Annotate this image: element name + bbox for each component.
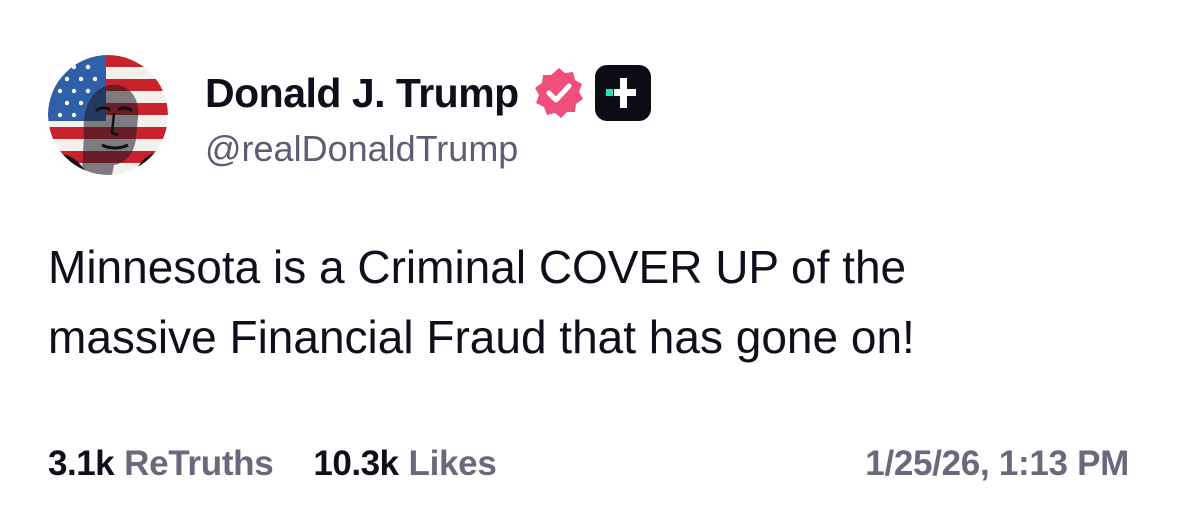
likes-stat[interactable]: 10.3k Likes — [313, 444, 496, 484]
author-name-row: Donald J. Trump — [205, 65, 651, 121]
post-text-line: massive Financial Fraud that has gone on… — [48, 311, 915, 363]
display-name[interactable]: Donald J. Trump — [205, 70, 519, 117]
avatar[interactable] — [48, 55, 168, 175]
post-timestamp[interactable]: 1/25/26, 1:13 PM — [865, 444, 1129, 484]
post-text: Minnesota is a Criminal COVER UP of the … — [48, 232, 1128, 372]
likes-count: 10.3k — [313, 444, 399, 483]
likes-label: Likes — [408, 444, 497, 483]
truth-plus-icon — [594, 65, 651, 121]
retruths-stat[interactable]: 3.1k ReTruths — [48, 444, 274, 484]
post-stats: 3.1k ReTruths 10.3k Likes — [48, 444, 497, 484]
author-handle[interactable]: @realDonaldTrump — [205, 128, 518, 170]
verified-badge-icon — [531, 65, 587, 121]
retruths-count: 3.1k — [48, 444, 115, 483]
post-card: Donald J. Trump @realDonaldTrump Minneso… — [0, 0, 1179, 531]
retruths-label: ReTruths — [124, 444, 274, 483]
post-text-line: Minnesota is a Criminal COVER UP of the — [48, 241, 907, 293]
flag-portrait-avatar-icon — [48, 55, 168, 175]
